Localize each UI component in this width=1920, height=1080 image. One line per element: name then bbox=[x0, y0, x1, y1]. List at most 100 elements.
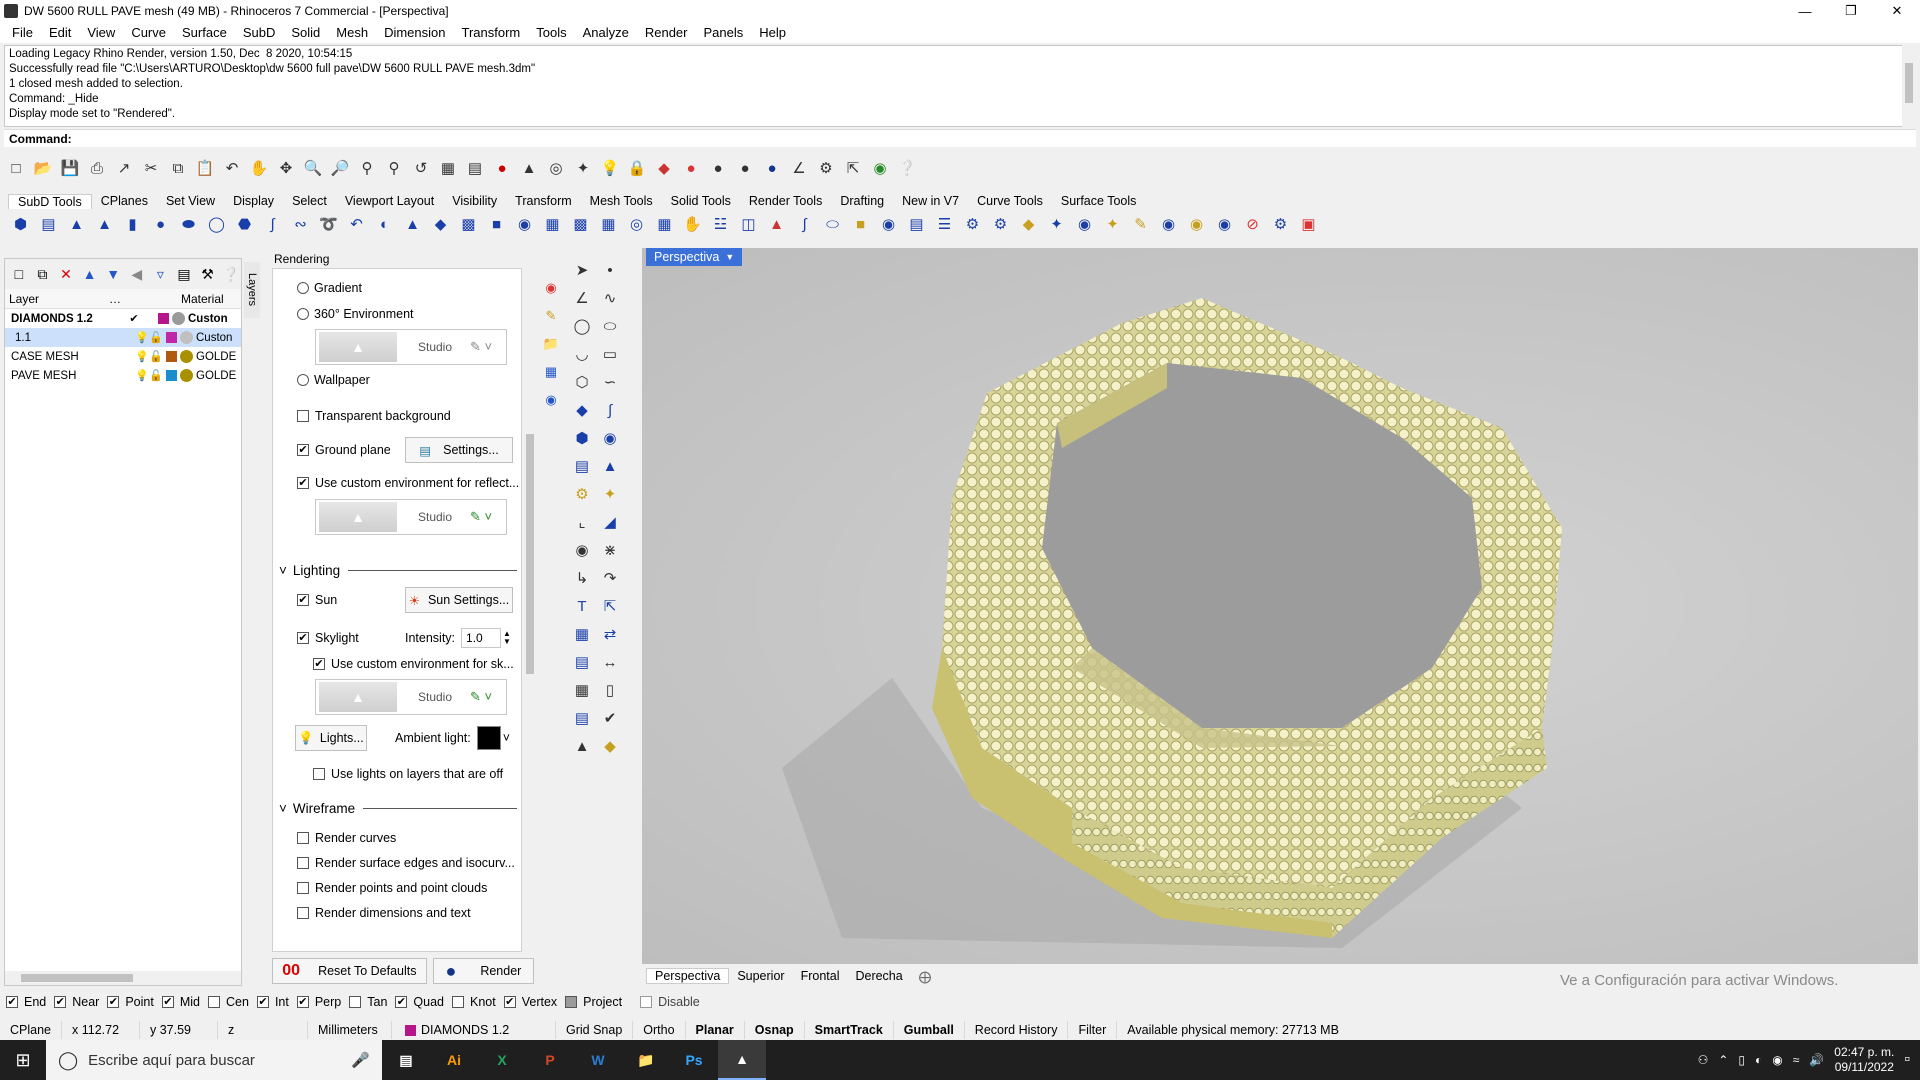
microphone-icon[interactable]: 🎤 bbox=[351, 1051, 370, 1069]
osnap-knot[interactable]: Knot bbox=[452, 995, 496, 1009]
layer-row[interactable]: DIAMONDS 1.2 ✔ Custon bbox=[5, 309, 241, 328]
material-swatch-icon[interactable] bbox=[180, 331, 193, 344]
ground-plane-checkbox[interactable]: ✔ bbox=[297, 444, 309, 456]
sun-option[interactable]: ✔ Sun bbox=[297, 589, 337, 611]
minimize-icon[interactable]: — bbox=[1782, 0, 1828, 22]
subd-tool-2-icon[interactable]: ✦ bbox=[1044, 212, 1069, 236]
dimension-icon[interactable]: ↔ bbox=[596, 648, 624, 676]
osnap-project-checkbox[interactable] bbox=[565, 996, 578, 1008]
status-filter[interactable]: Filter bbox=[1068, 1021, 1118, 1039]
osnap-cen[interactable]: Cen bbox=[208, 995, 249, 1009]
filter-icon[interactable]: ▿ bbox=[151, 264, 171, 284]
rhino-taskbar-icon[interactable]: ▲ bbox=[718, 1040, 766, 1080]
light-icon[interactable]: ✦ bbox=[596, 480, 624, 508]
menu-file[interactable]: File bbox=[4, 25, 41, 40]
pan-icon[interactable]: ✋ bbox=[247, 156, 271, 180]
wireframe-section[interactable]: ˅ Wireframe bbox=[279, 799, 517, 817]
box-icon[interactable]: ⬢ bbox=[568, 424, 596, 452]
status-ortho[interactable]: Ortho bbox=[633, 1021, 686, 1039]
clock[interactable]: 02:47 p. m. 09/11/2022 bbox=[1834, 1045, 1894, 1075]
material-column-header[interactable]: Material bbox=[181, 292, 224, 306]
render-surface-edges-option[interactable]: Render surface edges and isocurv... bbox=[297, 852, 515, 874]
excel-icon[interactable]: X bbox=[478, 1040, 526, 1080]
car-icon[interactable]: ● bbox=[490, 156, 514, 180]
skylight-option[interactable]: ✔ Skylight bbox=[297, 627, 359, 649]
subd-thicken-icon[interactable]: ◫ bbox=[736, 212, 761, 236]
layers-side-tab[interactable]: Layers bbox=[244, 262, 260, 318]
tab-curve-tools[interactable]: Curve Tools bbox=[968, 194, 1052, 208]
tab-select[interactable]: Select bbox=[283, 194, 336, 208]
check-icon[interactable]: ✔ bbox=[596, 704, 624, 732]
app-tray-icon[interactable]: ◉ bbox=[1772, 1053, 1782, 1067]
object-snap-icon[interactable]: ◎ bbox=[544, 156, 568, 180]
rendering-scrollbar[interactable] bbox=[523, 268, 537, 954]
subd-globe-icon[interactable]: ◎ bbox=[624, 212, 649, 236]
osnap-tan-checkbox[interactable] bbox=[349, 996, 362, 1008]
tab-drafting[interactable]: Drafting bbox=[831, 194, 893, 208]
surface-icon[interactable]: ◆ bbox=[568, 396, 596, 424]
osnap-point-checkbox[interactable]: ✔ bbox=[107, 996, 120, 1008]
subd-tool-6-icon[interactable]: ◉ bbox=[1184, 212, 1209, 236]
subd-ellipsoid-icon[interactable]: ⬬ bbox=[176, 212, 201, 236]
subd-pipe-icon[interactable]: ➰ bbox=[316, 212, 341, 236]
status-osnap[interactable]: Osnap bbox=[745, 1021, 805, 1039]
env360-selector[interactable]: ▲ Studio ✎ ˅ bbox=[315, 329, 507, 365]
menu-panels[interactable]: Panels bbox=[695, 25, 751, 40]
osnap-knot-checkbox[interactable] bbox=[452, 996, 464, 1008]
viewport-name[interactable]: Perspectiva bbox=[654, 250, 719, 264]
word-icon[interactable]: W bbox=[574, 1040, 622, 1080]
subd-symmetry-icon[interactable]: ■ bbox=[848, 212, 873, 236]
subd-tool-7-icon[interactable]: ◉ bbox=[1212, 212, 1237, 236]
curve-icon[interactable]: ∿ bbox=[596, 284, 624, 312]
brush-icon[interactable]: ✎ bbox=[546, 308, 557, 324]
osnap-quad-checkbox[interactable]: ✔ bbox=[395, 996, 408, 1008]
folder-icon[interactable]: 📁 bbox=[543, 336, 559, 352]
layer-color-swatch[interactable] bbox=[166, 351, 177, 362]
tab-new-in-v7[interactable]: New in V7 bbox=[893, 194, 968, 208]
select-icon[interactable]: ✦ bbox=[571, 156, 595, 180]
osnap-project[interactable]: Project bbox=[565, 995, 622, 1009]
fillet-icon[interactable]: ⌞ bbox=[568, 508, 596, 536]
subd-warp-icon[interactable]: ▦ bbox=[652, 212, 677, 236]
subd-cap-icon[interactable]: ⬭ bbox=[820, 212, 845, 236]
zoom-extents-icon[interactable]: ⚲ bbox=[355, 156, 379, 180]
intensity-input[interactable]: 1.0 bbox=[461, 628, 502, 648]
mirror-icon[interactable]: ⇄ bbox=[596, 620, 624, 648]
osnap-int-checkbox[interactable]: ✔ bbox=[256, 996, 269, 1008]
subd-brush-icon[interactable]: ✎ bbox=[1128, 212, 1153, 236]
dimension-icon[interactable]: ∠ bbox=[787, 156, 811, 180]
reflection-env-selector[interactable]: ▲ Studio ✎ ˅ bbox=[315, 499, 507, 535]
network-icon[interactable]: ◐ bbox=[1755, 1053, 1762, 1067]
tab-cplanes[interactable]: CPlanes bbox=[92, 194, 157, 208]
layer-color-swatch[interactable] bbox=[158, 313, 169, 324]
layer-row[interactable]: CASE MESH 💡 🔓 GOLDE bbox=[5, 347, 241, 366]
render-points-checkbox[interactable] bbox=[297, 882, 309, 894]
lighting-section[interactable]: ˅ Lighting bbox=[279, 561, 517, 579]
notifications-icon[interactable]: ▫ bbox=[1904, 1051, 1910, 1069]
subd-patch-icon[interactable]: ◐ bbox=[372, 212, 397, 236]
subd-tool-3-icon[interactable]: ◉ bbox=[1072, 212, 1097, 236]
menu-subd[interactable]: SubD bbox=[235, 25, 284, 40]
globe-icon[interactable]: ◉ bbox=[868, 156, 892, 180]
gradient-option[interactable]: Gradient bbox=[297, 277, 362, 299]
status-units[interactable]: Millimeters bbox=[308, 1021, 392, 1039]
command-prompt[interactable]: Command: bbox=[4, 129, 1916, 147]
subd-weld-icon[interactable]: ◉ bbox=[512, 212, 537, 236]
render-curves-checkbox[interactable] bbox=[297, 832, 309, 844]
edit-pencil-icon[interactable]: ✎ ˅ bbox=[470, 509, 492, 525]
new-file-icon[interactable]: □ bbox=[4, 156, 28, 180]
tools-icon[interactable]: ⚒ bbox=[198, 264, 218, 284]
subd-cylinder-2-icon[interactable]: ▮ bbox=[120, 212, 145, 236]
circle-icon[interactable]: ◯ bbox=[568, 312, 596, 340]
subd-truncated-cone-icon[interactable]: ▲ bbox=[92, 212, 117, 236]
osnap-perp[interactable]: ✔ Perp bbox=[296, 995, 341, 1009]
shapes-icon[interactable]: ▲ bbox=[568, 732, 596, 760]
status-gridsnap[interactable]: Grid Snap bbox=[556, 1021, 634, 1039]
freeform-icon[interactable]: ∽ bbox=[596, 368, 624, 396]
subd-revolve-icon[interactable]: ↶ bbox=[344, 212, 369, 236]
mesh-icon[interactable]: ⚙ bbox=[568, 480, 596, 508]
menu-tools[interactable]: Tools bbox=[528, 25, 574, 40]
subd-sweep-icon[interactable]: ∾ bbox=[288, 212, 313, 236]
tab-viewport-layout[interactable]: Viewport Layout bbox=[336, 194, 443, 208]
shaded-sphere-icon[interactable]: ● bbox=[706, 156, 730, 180]
